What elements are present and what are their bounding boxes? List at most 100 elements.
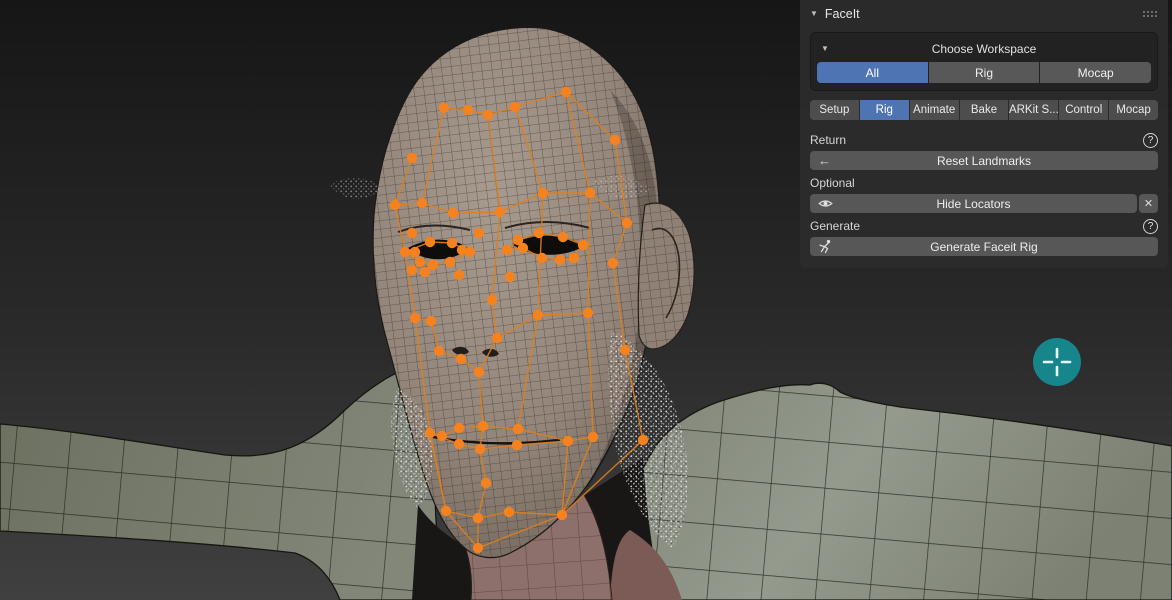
- landmark-dot[interactable]: [407, 228, 417, 238]
- landmark-dot[interactable]: [583, 308, 593, 318]
- workspace-title: Choose Workspace: [817, 42, 1151, 56]
- landmark-dot[interactable]: [487, 295, 497, 305]
- landmark-dot[interactable]: [504, 507, 514, 517]
- landmark-dot[interactable]: [454, 439, 464, 449]
- optional-section-label: Optional: [810, 174, 1158, 192]
- landmark-dot[interactable]: [456, 354, 466, 364]
- return-label: Return: [810, 133, 846, 147]
- landmark-dot[interactable]: [465, 247, 475, 257]
- tab-animate[interactable]: Animate: [910, 100, 959, 120]
- landmark-dot[interactable]: [473, 543, 483, 553]
- tab-control[interactable]: Control: [1059, 100, 1108, 120]
- add-cursor-button[interactable]: [1033, 338, 1081, 386]
- crosshair-plus-icon: [1033, 338, 1081, 386]
- landmark-dot[interactable]: [439, 103, 449, 113]
- landmark-dot[interactable]: [434, 346, 444, 356]
- landmark-dot[interactable]: [538, 188, 548, 198]
- landmark-dot[interactable]: [410, 247, 420, 257]
- hide-locators-button[interactable]: Hide Locators: [810, 194, 1137, 213]
- landmark-dot[interactable]: [454, 270, 464, 280]
- landmark-dot[interactable]: [410, 313, 420, 323]
- workspace-option-mocap[interactable]: Mocap: [1040, 62, 1151, 83]
- landmark-dot[interactable]: [481, 478, 491, 488]
- faceit-panel: ▼ FaceIt ▼ Choose Workspace AllRigMocap …: [800, 0, 1168, 268]
- landmark-dot[interactable]: [563, 436, 573, 446]
- landmark-dot[interactable]: [512, 440, 522, 450]
- landmark-dot[interactable]: [400, 247, 410, 257]
- generate-faceit-rig-label: Generate Faceit Rig: [930, 240, 1037, 254]
- landmark-dot[interactable]: [608, 258, 618, 268]
- reset-landmarks-label: Reset Landmarks: [937, 154, 1031, 168]
- landmark-dot[interactable]: [425, 428, 435, 438]
- grip-dots-icon[interactable]: [1143, 11, 1158, 17]
- landmark-dot[interactable]: [454, 423, 464, 433]
- landmark-dot[interactable]: [407, 153, 417, 163]
- landmark-dot[interactable]: [588, 432, 598, 442]
- tab-bake[interactable]: Bake: [960, 100, 1009, 120]
- landmark-dot[interactable]: [428, 260, 438, 270]
- landmark-dot[interactable]: [415, 257, 425, 267]
- landmark-dot[interactable]: [502, 245, 512, 255]
- landmark-dot[interactable]: [558, 232, 568, 242]
- workspace-options: AllRigMocap: [817, 62, 1151, 83]
- workspace-option-all[interactable]: All: [817, 62, 928, 83]
- landmark-dot[interactable]: [561, 87, 571, 97]
- panel-title: FaceIt: [825, 7, 860, 21]
- landmark-dot[interactable]: [518, 243, 528, 253]
- landmark-dot[interactable]: [478, 421, 488, 431]
- landmark-dot[interactable]: [475, 444, 485, 454]
- landmark-dot[interactable]: [390, 200, 400, 210]
- landmark-dot[interactable]: [417, 198, 427, 208]
- landmark-dot[interactable]: [537, 253, 547, 263]
- return-section-label: Return ?: [810, 131, 1158, 149]
- back-arrow-icon: ←: [818, 154, 831, 167]
- tab-setup[interactable]: Setup: [810, 100, 859, 120]
- landmark-dot[interactable]: [578, 240, 588, 250]
- landmark-dot[interactable]: [495, 207, 505, 217]
- reset-landmarks-button[interactable]: ← Reset Landmarks: [810, 151, 1158, 170]
- landmark-dot[interactable]: [447, 238, 457, 248]
- landmark-dot[interactable]: [474, 228, 484, 238]
- landmark-dot[interactable]: [426, 316, 436, 326]
- landmark-dot[interactable]: [445, 257, 455, 267]
- landmark-dot[interactable]: [638, 435, 648, 445]
- landmark-dot[interactable]: [534, 228, 544, 238]
- blender-3d-viewport-screen: { "panel": { "title": "FaceIt", "collaps…: [0, 0, 1172, 600]
- landmark-dot[interactable]: [425, 237, 435, 247]
- landmark-dot[interactable]: [483, 110, 493, 120]
- workspace-box: ▼ Choose Workspace AllRigMocap: [810, 32, 1158, 91]
- landmark-dot[interactable]: [622, 218, 632, 228]
- workspace-header[interactable]: ▼ Choose Workspace: [817, 39, 1151, 59]
- help-icon[interactable]: ?: [1143, 133, 1158, 148]
- workspace-option-rig[interactable]: Rig: [929, 62, 1040, 83]
- optional-label: Optional: [810, 176, 855, 190]
- landmark-dot[interactable]: [533, 310, 543, 320]
- landmark-dot[interactable]: [557, 510, 567, 520]
- landmark-dot[interactable]: [569, 253, 579, 263]
- help-icon[interactable]: ?: [1143, 219, 1158, 234]
- landmark-dot[interactable]: [555, 255, 565, 265]
- landmark-dot[interactable]: [463, 105, 473, 115]
- tab-arkits[interactable]: ARKit S...: [1009, 100, 1058, 120]
- close-icon[interactable]: ✕: [1139, 194, 1158, 213]
- landmark-dot[interactable]: [610, 135, 620, 145]
- landmark-dot[interactable]: [474, 367, 484, 377]
- generate-faceit-rig-button[interactable]: Generate Faceit Rig: [810, 237, 1158, 256]
- landmark-dot[interactable]: [513, 424, 523, 434]
- landmark-dot[interactable]: [620, 345, 630, 355]
- landmark-dot[interactable]: [510, 102, 520, 112]
- landmark-dot[interactable]: [407, 265, 417, 275]
- tab-rig[interactable]: Rig: [860, 100, 909, 120]
- landmark-dot[interactable]: [585, 188, 595, 198]
- landmark-dot[interactable]: [437, 431, 447, 441]
- landmark-dot[interactable]: [448, 208, 458, 218]
- landmark-dot[interactable]: [420, 267, 430, 277]
- landmark-dot[interactable]: [473, 513, 483, 523]
- triangle-down-icon[interactable]: ▼: [810, 10, 818, 18]
- landmark-dot[interactable]: [492, 333, 502, 343]
- landmark-dot[interactable]: [505, 272, 515, 282]
- armature-run-icon: [818, 239, 833, 254]
- hide-locators-label: Hide Locators: [936, 197, 1010, 211]
- tab-mocap[interactable]: Mocap: [1109, 100, 1158, 120]
- landmark-dot[interactable]: [441, 506, 451, 516]
